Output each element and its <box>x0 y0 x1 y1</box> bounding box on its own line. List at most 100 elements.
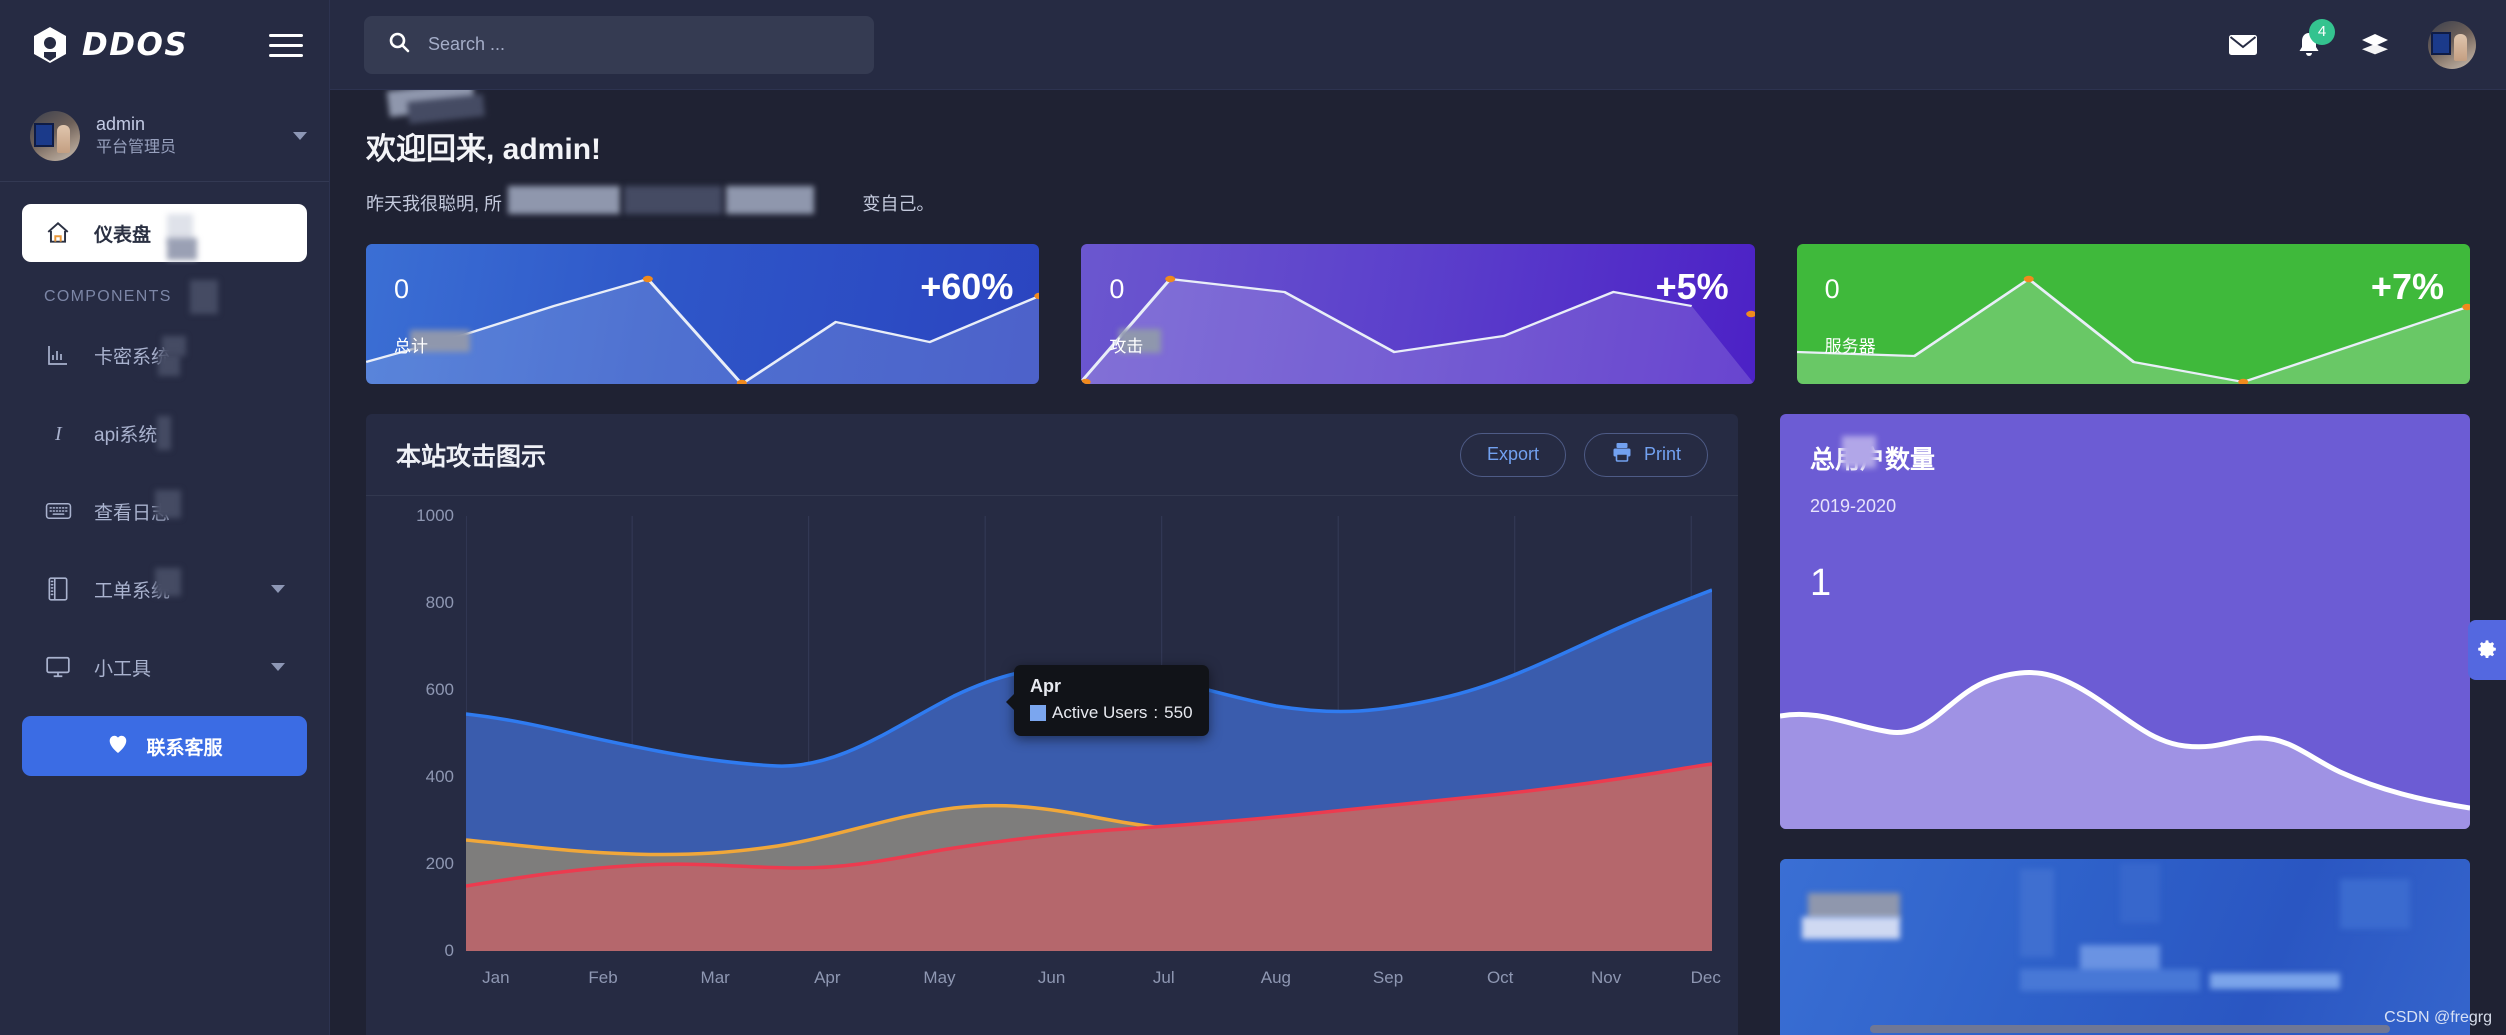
watermark: CSDN @fregrg <box>2384 1009 2492 1027</box>
stat-card-total[interactable]: 0 总计 +60% <box>366 244 1039 384</box>
sidebar-user[interactable]: admin 平台管理员 <box>0 90 329 182</box>
tooltip-value: Active Users <box>1052 703 1147 723</box>
sidebar-item-tools[interactable]: 小工具 <box>22 638 307 696</box>
total-users-area-chart <box>1780 654 2470 829</box>
search-box[interactable] <box>364 16 874 74</box>
chart-card-actions: Export Print <box>1460 433 1708 477</box>
y-tick-label: 1000 <box>416 506 454 526</box>
x-tick-label: Jul <box>1153 968 1175 988</box>
x-tick-label: May <box>923 968 955 988</box>
sparkline-chart <box>1081 244 1754 384</box>
contact-support-button[interactable]: 联系客服 <box>22 716 307 776</box>
export-button-label: Export <box>1487 444 1539 465</box>
sparkline-chart <box>1797 244 2470 384</box>
search-icon <box>388 31 410 58</box>
sidebar-item-label: api系统 <box>94 420 157 447</box>
stat-percent: +5% <box>1656 266 1729 308</box>
sidebar-brand-row: DDOS <box>0 0 329 90</box>
print-button[interactable]: Print <box>1584 433 1708 477</box>
chevron-down-icon[interactable] <box>271 585 285 593</box>
x-tick-label: Apr <box>814 968 840 988</box>
bell-icon[interactable]: 4 <box>2296 31 2322 59</box>
x-tick-label: Oct <box>1487 968 1513 988</box>
tooltip-title: Apr <box>1030 676 1193 697</box>
export-button[interactable]: Export <box>1460 433 1566 477</box>
italic-i-icon: I <box>44 421 72 445</box>
sidebar-nav: 仪表盘 COMPONENTS 卡密系统 <box>0 182 329 1035</box>
bottom-blue-card[interactable] <box>1780 859 2470 1035</box>
print-button-label: Print <box>1644 444 1681 465</box>
censored-content <box>1780 859 2470 1035</box>
notification-badge: 4 <box>2309 19 2335 45</box>
stat-label: 总计 <box>394 332 428 357</box>
chart-card-header: 本站攻击图示 Export <box>366 414 1738 496</box>
horizontal-scrollbar[interactable] <box>1870 1025 2390 1033</box>
stat-card-servers[interactable]: 0 服务器 +7% <box>1797 244 2470 384</box>
stat-value: 0 <box>394 274 409 305</box>
y-tick-label: 800 <box>426 593 454 613</box>
chevron-down-icon[interactable] <box>271 663 285 671</box>
shield-hexagon-icon <box>30 25 70 65</box>
tooltip-row: Active Users: 550 <box>1030 703 1193 723</box>
stat-percent: +60% <box>920 266 1013 308</box>
y-tick-label: 600 <box>426 680 454 700</box>
content-area: 欢迎回来, admin! 昨天我很聪明, 所__________________… <box>330 90 2506 1035</box>
y-tick-label: 0 <box>445 941 454 961</box>
chart-plot-area: 1000 800 600 400 200 0 <box>366 496 1738 1035</box>
total-users-value: 1 <box>1810 562 2440 605</box>
search-input[interactable] <box>428 34 850 55</box>
brand-name: DDOS <box>82 27 188 63</box>
layers-icon[interactable] <box>2360 32 2390 58</box>
sidebar-item-api-system[interactable]: I api系统 <box>22 404 307 462</box>
sidebar-item-label: 查看日志 <box>94 498 170 525</box>
hamburger-icon[interactable] <box>269 34 303 57</box>
stat-percent: +7% <box>2371 266 2444 308</box>
total-users-period: 2019-2020 <box>1810 496 2440 517</box>
tooltip-number: 550 <box>1164 703 1192 723</box>
sparkline-chart <box>366 244 1039 384</box>
sidebar-item-dashboard[interactable]: 仪表盘 <box>22 204 307 262</box>
sidebar-item-card-system[interactable]: 卡密系统 <box>22 326 307 384</box>
chart-tooltip: Apr Active Users: 550 <box>1014 665 1209 736</box>
avatar[interactable] <box>2428 21 2476 69</box>
sidebar-item-label: 工单系统 <box>94 576 170 603</box>
sidebar: DDOS admin 平台管理员 仪表盘 <box>0 0 330 1035</box>
main-area: 4 欢迎回来, admin! 昨天我很聪明, 所________________… <box>330 0 2506 1035</box>
sidebar-item-view-logs[interactable]: 查看日志 <box>22 482 307 540</box>
page-title: 欢迎回来, admin! <box>366 124 2470 168</box>
mail-icon[interactable] <box>2228 33 2258 57</box>
chevron-down-icon[interactable] <box>293 132 307 140</box>
sidebar-section-label: COMPONENTS <box>0 282 329 326</box>
support-button-label: 联系客服 <box>146 733 222 760</box>
keyboard-icon <box>44 500 72 522</box>
x-tick-label: Sep <box>1373 968 1403 988</box>
sidebar-item-ticket-system[interactable]: 工单系统 <box>22 560 307 618</box>
stat-value: 0 <box>1109 274 1124 305</box>
main-chart-card: 本站攻击图示 Export <box>366 414 1738 1035</box>
right-column: 总用户数量 2019-2020 1 <box>1780 414 2470 1035</box>
book-icon <box>44 576 72 602</box>
x-tick-label: Mar <box>701 968 730 988</box>
x-tick-label: Dec <box>1691 968 1721 988</box>
stat-card-attacks[interactable]: 0 攻击 +5% <box>1081 244 1754 384</box>
brand-logo-group[interactable]: DDOS <box>30 25 188 65</box>
topbar: 4 <box>330 0 2506 90</box>
total-users-card: 总用户数量 2019-2020 1 <box>1780 414 2470 829</box>
monitor-icon <box>44 655 72 679</box>
tooltip-swatch <box>1030 705 1046 721</box>
x-axis: Jan Feb Mar Apr May Jun Jul Aug Sep Oct <box>466 968 1712 998</box>
welcome-subtitle-prefix: 昨天我很聪明, 所 <box>366 194 502 214</box>
y-tick-label: 400 <box>426 767 454 787</box>
user-name: admin <box>96 114 176 136</box>
gear-icon[interactable] <box>2468 620 2506 680</box>
x-tick-label: Feb <box>588 968 617 988</box>
topbar-icons: 4 <box>2228 21 2480 69</box>
plot-wrap: 1000 800 600 400 200 0 <box>392 516 1712 1034</box>
sidebar-item-label: 小工具 <box>94 654 151 681</box>
stat-cards-row: 0 总计 +60% 0 攻击 +5% <box>366 244 2470 384</box>
y-axis: 1000 800 600 400 200 0 <box>392 516 454 951</box>
x-tick-label: Nov <box>1591 968 1621 988</box>
welcome-subtitle-suffix: 变自己。 <box>862 194 934 214</box>
total-users-title: 总用户数量 <box>1810 440 2440 476</box>
x-tick-label: Jan <box>482 968 509 988</box>
